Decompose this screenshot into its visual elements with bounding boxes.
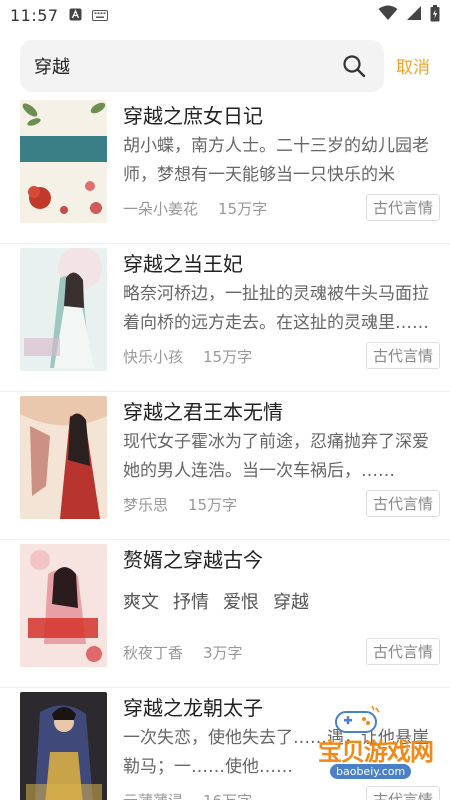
book-cover[interactable] [20,248,107,371]
book-meta: 云薄薄浸 16万字 [123,790,252,800]
book-author: 梦乐思 [123,496,169,514]
book-cover[interactable] [20,396,107,519]
book-meta: 秋夜丁香 3万字 [123,642,243,663]
list-item[interactable]: 穿越之庶女日记 胡小蝶，南方人士。二十三岁的幼儿园老师，梦想有一天能够当一只快乐… [0,96,450,244]
battery-icon [430,4,440,26]
book-description: 胡小蝶，南方人士。二十三岁的幼儿园老师，梦想有一天能够当一只快乐的米虫…… [123,136,429,185]
book-title[interactable]: 穿越之龙朝太子 [123,692,263,721]
book-author: 一朵小姜花 [123,200,199,218]
tag: 爽文 [123,592,159,613]
book-word-count: 15万字 [188,496,238,514]
list-item[interactable]: 穿越之君王本无情 现代女子霍冰为了前途，忍痛抛弃了深爱她的男人连浩。当一次车祸后… [0,392,450,540]
book-word-count: 15万字 [218,200,268,218]
cancel-button[interactable]: 取消 [396,53,430,78]
status-notifications [69,6,108,25]
book-cover[interactable] [20,692,107,800]
watermark-logo: 宝贝游戏网 baobeiy.com [318,705,444,792]
book-title[interactable]: 穿越之当王妃 [123,248,243,277]
book-word-count: 3万字 [203,644,243,662]
category-badge: 古代言情 [365,490,440,517]
book-meta: 快乐小孩 15万字 [123,346,252,367]
book-word-count: 15万字 [203,348,253,366]
book-cover[interactable] [20,100,107,223]
book-title[interactable]: 穿越之君王本无情 [123,396,283,425]
wifi-icon [378,5,398,25]
search-icon[interactable] [338,50,370,82]
tag: 穿越 [273,592,309,613]
keyboard-icon [91,6,108,25]
category-badge: 古代言情 [365,638,440,665]
book-word-count: 16万字 [203,790,252,800]
cellular-icon [406,5,422,25]
book-author: 云薄薄浸 [123,790,183,800]
list-item[interactable]: 赘婿之穿越古今 爽文 抒情 爱恨 穿越 秋夜丁香 3万字 古代言情 [0,540,450,688]
notification-a-icon [69,6,82,25]
status-bar: 11:57 [0,0,450,30]
book-tags: 爽文 抒情 爱恨 穿越 [123,588,309,614]
list-item[interactable]: 穿越之当王妃 略奈河桥边，一扯扯的灵魂被牛头马面拉着向桥的远方走去。在这扯的灵魂… [0,244,450,392]
search-input[interactable]: 穿越 [20,40,384,92]
search-query[interactable]: 穿越 [34,53,338,79]
book-cover[interactable] [20,544,107,667]
search-row: 穿越 取消 [0,38,450,94]
book-description: 略奈河桥边，一扯扯的灵魂被牛头马面拉着向桥的远方走去。在这扯的灵魂里…… [123,284,429,333]
watermark-url: baobeiy.com [330,764,412,779]
book-description: 现代女子霍冰为了前途，忍痛抛弃了深爱她的男人连浩。当一次车祸后，…… [123,432,429,481]
book-title[interactable]: 赘婿之穿越古今 [123,544,263,573]
tag: 抒情 [173,592,209,613]
status-system-icons [378,4,440,26]
tag: 爱恨 [223,592,259,613]
book-author: 秋夜丁香 [123,644,184,662]
book-title[interactable]: 穿越之庶女日记 [123,100,263,129]
book-author: 快乐小孩 [123,348,184,366]
book-meta: 梦乐思 15万字 [123,494,237,515]
category-badge: 古代言情 [365,194,440,221]
category-badge: 古代言情 [365,342,440,369]
watermark-text: 宝贝游戏网 [318,738,434,766]
status-time: 11:57 [10,5,59,25]
book-meta: 一朵小姜花 15万字 [123,198,267,219]
search-results-list: 穿越之庶女日记 胡小蝶，南方人士。二十三岁的幼儿园老师，梦想有一天能够当一只快乐… [0,96,450,800]
